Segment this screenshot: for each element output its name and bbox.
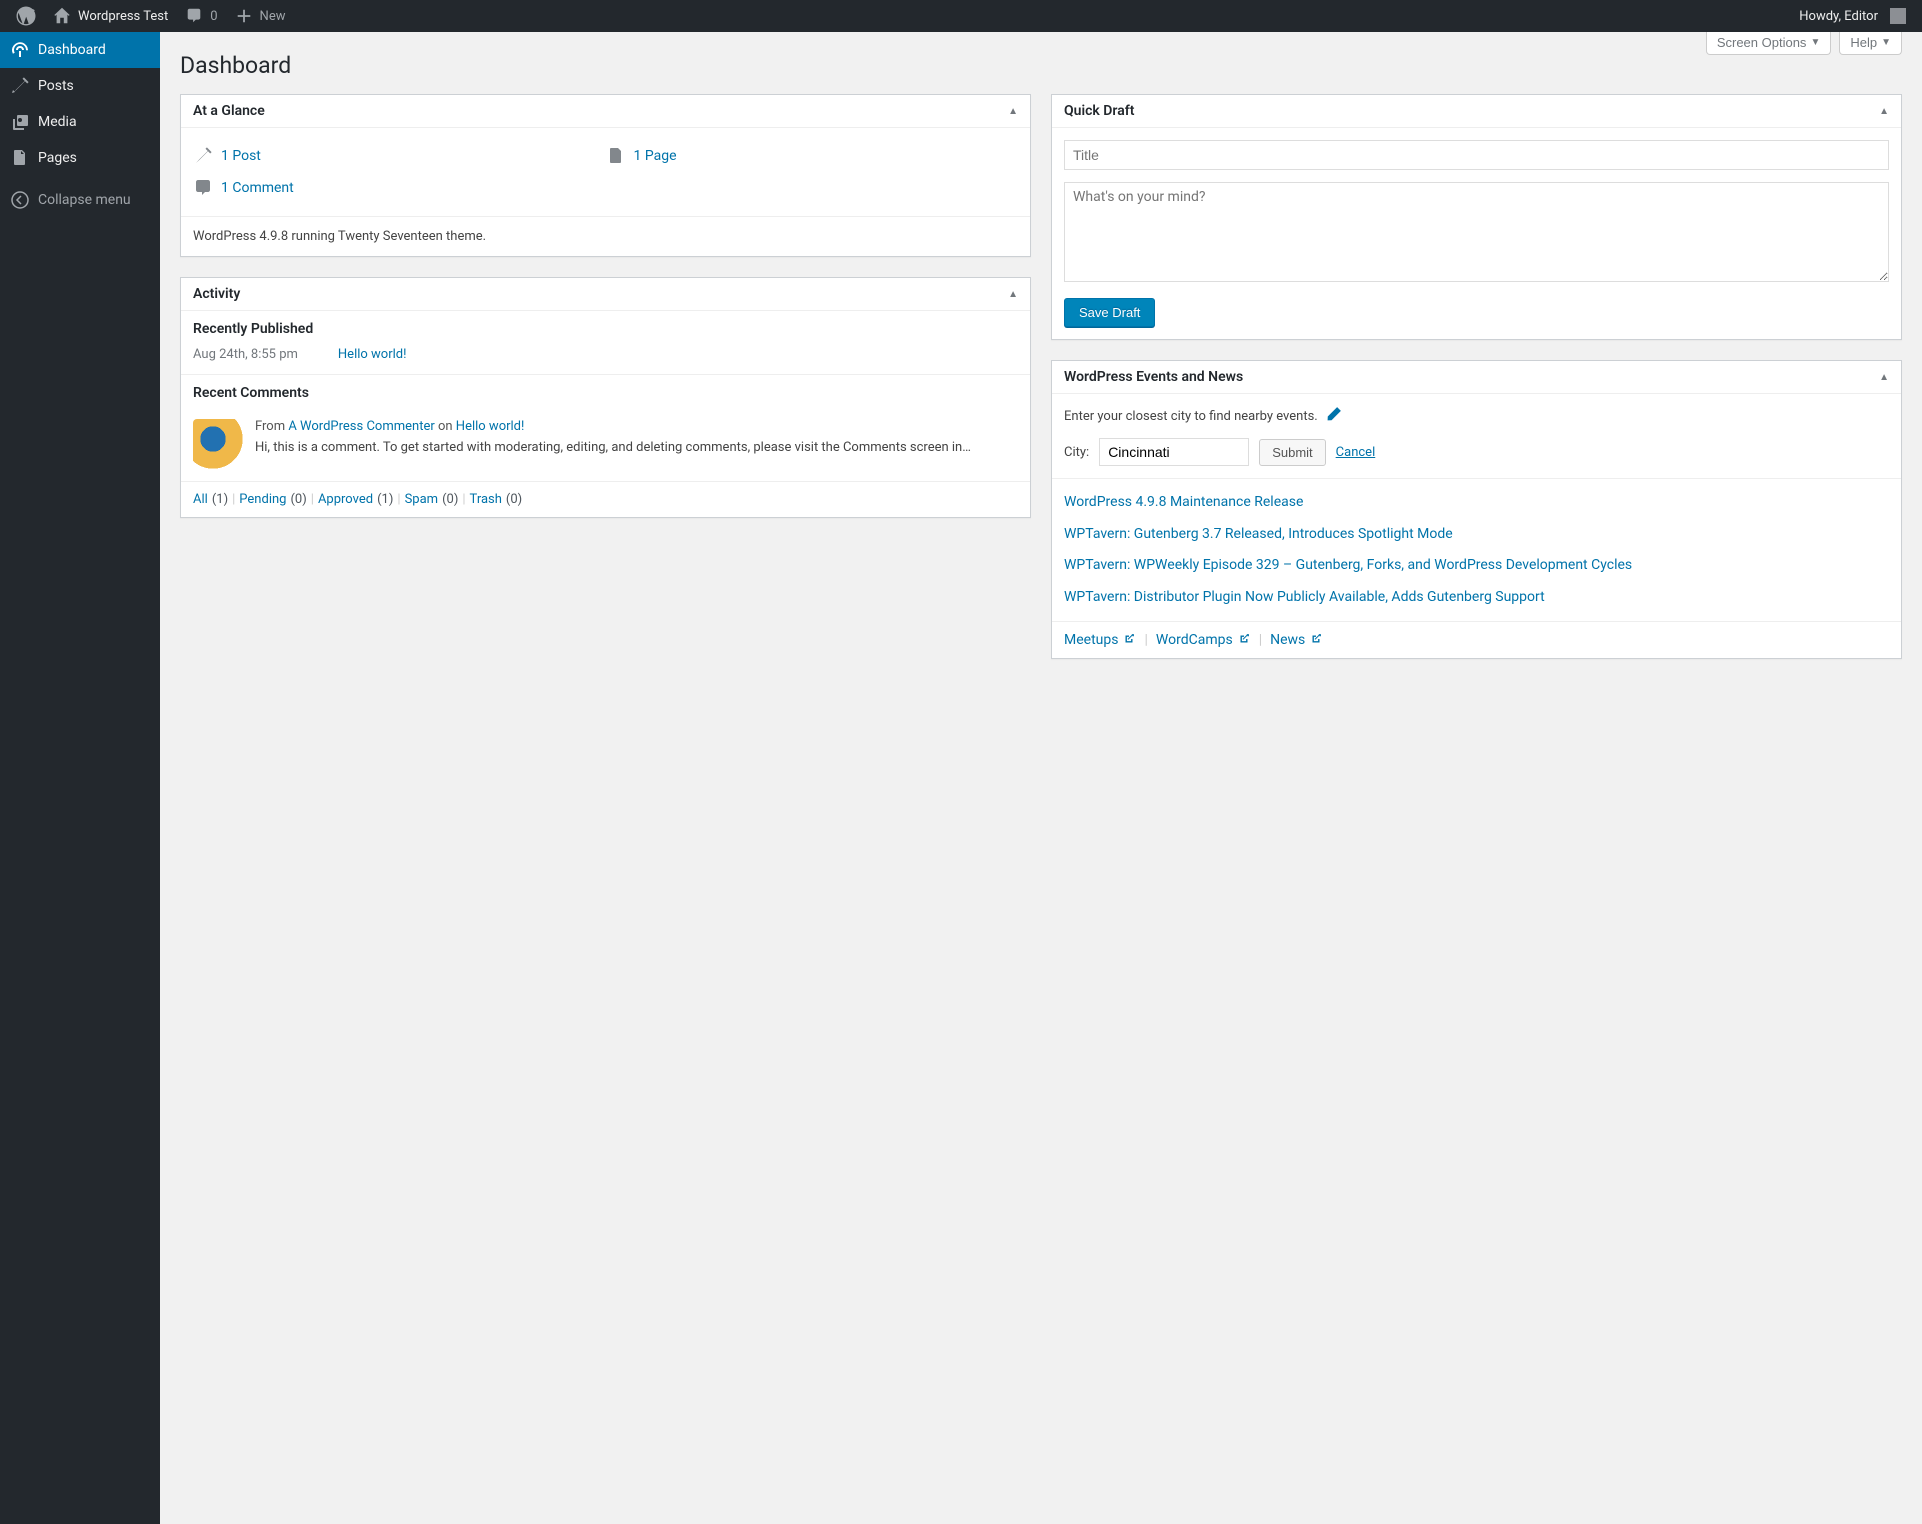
collapse-toggle[interactable]: ▲: [1008, 289, 1018, 300]
home-icon: [52, 6, 72, 26]
meetups-link[interactable]: Meetups: [1064, 632, 1136, 648]
submit-button[interactable]: Submit: [1259, 439, 1325, 466]
edit-icon[interactable]: [1326, 406, 1342, 426]
wordpress-version: WordPress 4.9.8 running Twenty Seventeen…: [181, 216, 1030, 256]
draft-content-textarea[interactable]: [1064, 182, 1889, 282]
dashboard-icon: [10, 40, 30, 60]
city-label: City:: [1064, 445, 1089, 460]
sidebar-item-label: Dashboard: [38, 42, 106, 58]
external-link-icon: [1122, 632, 1136, 646]
howdy-label: Howdy, Editor: [1799, 9, 1878, 24]
glance-pages: 1 Page: [606, 140, 1019, 172]
screen-options-button[interactable]: Screen Options ▼: [1706, 32, 1832, 55]
sidebar-item-label: Posts: [38, 78, 74, 94]
new-label: New: [260, 9, 286, 24]
sidebar-item-collapse[interactable]: Collapse menu: [0, 182, 160, 218]
events-city-form: City: Submit Cancel: [1052, 438, 1901, 478]
widget-quick-draft: Quick Draft ▲ Save Draft: [1051, 94, 1902, 340]
news-link[interactable]: WPTavern: WPWeekly Episode 329 – Gutenbe…: [1064, 557, 1632, 573]
sidebar-item-label: Pages: [38, 150, 77, 166]
publish-title-link[interactable]: Hello world!: [338, 347, 407, 362]
collapse-icon: [10, 190, 30, 210]
wp-logo[interactable]: [8, 0, 44, 32]
news-link[interactable]: WordPress 4.9.8 Maintenance Release: [1064, 494, 1303, 510]
comments-count: 0: [210, 9, 217, 24]
widget-activity: Activity ▲ Recently Published Aug 24th, …: [180, 277, 1031, 518]
filter-all[interactable]: All: [193, 492, 208, 507]
chevron-down-icon: ▼: [1810, 37, 1820, 48]
new-content-link[interactable]: New: [226, 0, 294, 32]
pages-link[interactable]: 1 Page: [634, 148, 677, 164]
user-avatar: [1890, 8, 1906, 24]
comment-icon: [184, 6, 204, 26]
sidebar-item-dashboard[interactable]: Dashboard: [0, 32, 160, 68]
admin-sidebar: Dashboard Posts Media Pages Collapse men…: [0, 32, 160, 1524]
collapse-toggle[interactable]: ▲: [1879, 372, 1889, 383]
sidebar-item-media[interactable]: Media: [0, 104, 160, 140]
recent-comments-heading: Recent Comments: [181, 375, 1030, 407]
comment-item: From A WordPress Commenter on Hello worl…: [181, 407, 1030, 481]
sidebar-item-posts[interactable]: Posts: [0, 68, 160, 104]
cancel-link[interactable]: Cancel: [1336, 445, 1376, 460]
collapse-toggle[interactable]: ▲: [1008, 106, 1018, 117]
filter-trash[interactable]: Trash: [470, 492, 502, 507]
chevron-down-icon: ▼: [1881, 37, 1891, 48]
wordpress-icon: [16, 6, 36, 26]
widget-title: WordPress Events and News: [1064, 369, 1243, 385]
events-prompt: Enter your closest city to find nearby e…: [1052, 394, 1901, 438]
sidebar-item-pages[interactable]: Pages: [0, 140, 160, 176]
media-icon: [10, 112, 30, 132]
filter-spam[interactable]: Spam: [405, 492, 439, 507]
main-content: Screen Options ▼ Help ▼ Dashboard At a G…: [160, 32, 1922, 1524]
pages-icon: [10, 148, 30, 168]
glance-comments: 1 Comment: [193, 172, 1018, 204]
draft-title-input[interactable]: [1064, 140, 1889, 170]
help-button[interactable]: Help ▼: [1839, 32, 1902, 55]
widget-title: At a Glance: [193, 103, 265, 119]
comments-link[interactable]: 1 Comment: [221, 180, 294, 196]
site-name-label: Wordpress Test: [78, 9, 168, 24]
glance-posts: 1 Post: [193, 140, 606, 172]
external-link-icon: [1309, 632, 1323, 646]
external-link-icon: [1237, 632, 1251, 646]
comment-excerpt: Hi, this is a comment. To get started wi…: [255, 438, 971, 458]
comment-filters: All (1) | Pending (0) | Approved (1) | S…: [181, 481, 1030, 517]
comment-meta: From A WordPress Commenter on Hello worl…: [255, 419, 971, 434]
commenter-avatar: [193, 419, 243, 469]
plus-icon: [234, 6, 254, 26]
comment-post-link[interactable]: Hello world!: [456, 419, 525, 434]
commenter-link[interactable]: A WordPress Commenter: [288, 419, 434, 434]
site-link[interactable]: Wordpress Test: [44, 0, 176, 32]
news-list: WordPress 4.9.8 Maintenance Release WPTa…: [1052, 478, 1901, 621]
filter-pending[interactable]: Pending: [239, 492, 286, 507]
sidebar-item-label: Collapse menu: [38, 192, 131, 208]
news-link[interactable]: WPTavern: Distributor Plugin Now Publicl…: [1064, 589, 1545, 605]
page-title: Dashboard: [180, 32, 1902, 94]
city-input[interactable]: [1099, 438, 1249, 466]
widget-title: Quick Draft: [1064, 103, 1134, 119]
publish-date: Aug 24th, 8:55 pm: [193, 347, 298, 362]
posts-icon: [10, 76, 30, 96]
posts-link[interactable]: 1 Post: [221, 148, 261, 164]
page-icon: [606, 146, 626, 166]
pin-icon: [193, 146, 213, 166]
widget-events-news: WordPress Events and News ▲ Enter your c…: [1051, 360, 1902, 659]
filter-approved[interactable]: Approved: [318, 492, 373, 507]
comment-icon: [193, 178, 213, 198]
comments-link[interactable]: 0: [176, 0, 225, 32]
wordcamps-link[interactable]: WordCamps: [1156, 632, 1251, 648]
sidebar-item-label: Media: [38, 114, 77, 130]
user-menu[interactable]: Howdy, Editor: [1791, 0, 1914, 32]
recently-published-heading: Recently Published: [181, 311, 1030, 343]
news-link[interactable]: News: [1270, 632, 1323, 648]
events-footer: Meetups | WordCamps | News: [1052, 621, 1901, 658]
widget-title: Activity: [193, 286, 240, 302]
collapse-toggle[interactable]: ▲: [1879, 106, 1889, 117]
news-link[interactable]: WPTavern: Gutenberg 3.7 Released, Introd…: [1064, 526, 1453, 542]
admin-bar: Wordpress Test 0 New Howdy, Editor: [0, 0, 1922, 32]
published-item: Aug 24th, 8:55 pm Hello world!: [181, 343, 1030, 374]
widget-at-a-glance: At a Glance ▲ 1 Post: [180, 94, 1031, 257]
save-draft-button[interactable]: Save Draft: [1064, 298, 1155, 327]
